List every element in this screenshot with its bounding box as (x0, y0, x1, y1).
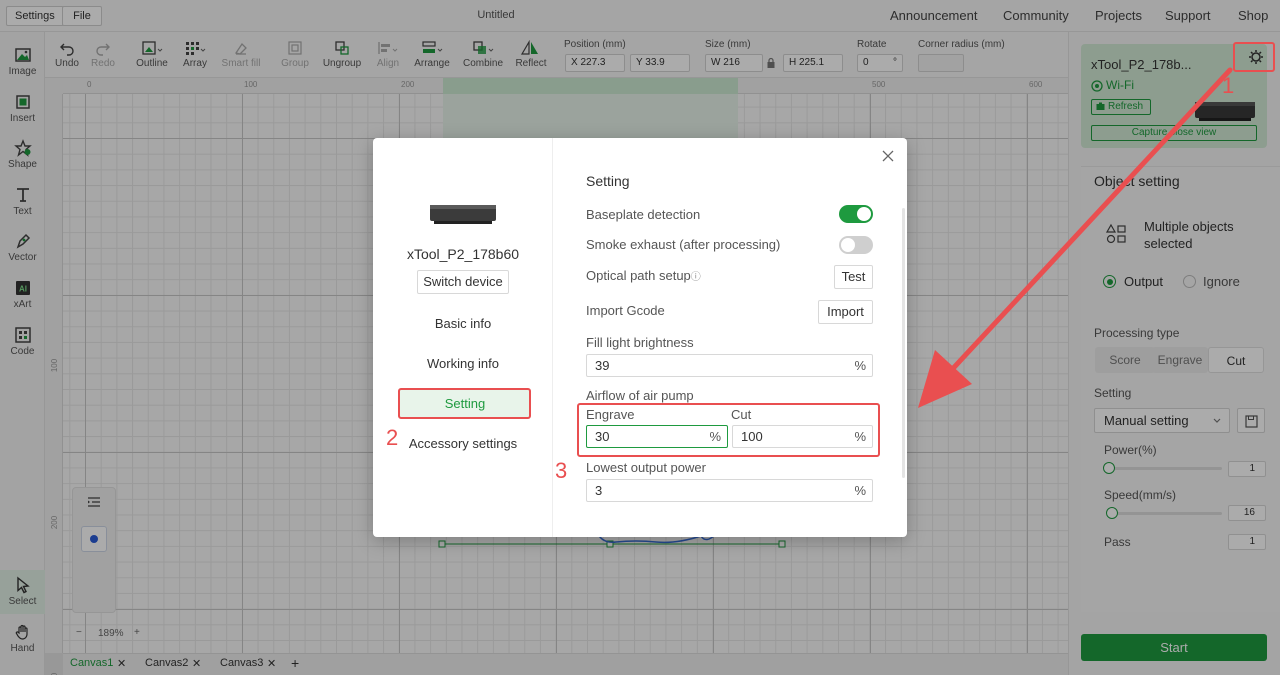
baseplate-detection-label: Baseplate detection (586, 207, 701, 222)
fill-light-value: 39 (595, 358, 610, 373)
modal-device-name: xTool_P2_178b60 (406, 246, 520, 262)
annotation-step-2: 2 (386, 425, 399, 450)
percent-unit: % (854, 358, 866, 373)
optical-path-label: Optical path setupⓘ (586, 268, 701, 283)
optical-test-button[interactable]: Test (834, 265, 873, 289)
percent-unit: % (854, 483, 866, 498)
toggle-knob (857, 207, 871, 221)
info-icon: ⓘ (690, 272, 701, 283)
close-icon[interactable] (882, 150, 894, 162)
lowest-output-power-value: 3 (595, 483, 603, 498)
modal-sidebar: xTool_P2_178b60 Switch device Basic info… (373, 138, 553, 537)
fill-light-label: Fill light brightness (586, 335, 694, 350)
laser-machine-icon (430, 205, 496, 224)
baseplate-detection-toggle[interactable] (839, 205, 873, 223)
annotation-step-3: 3 (555, 458, 568, 483)
import-gcode-label: Import Gcode (586, 303, 665, 318)
device-settings-modal: xTool_P2_178b60 Switch device Basic info… (373, 138, 907, 537)
annotation-arrow (918, 67, 1233, 408)
switch-device-button[interactable]: Switch device (417, 270, 509, 294)
annotation-box-airflow (577, 403, 880, 457)
nav-accessory-settings[interactable]: Accessory settings (373, 436, 553, 451)
lowest-output-power-input[interactable]: 3 % (586, 479, 873, 502)
smoke-exhaust-label: Smoke exhaust (after processing) (586, 237, 781, 252)
toggle-knob (841, 238, 855, 252)
airflow-label: Airflow of air pump (586, 388, 694, 403)
modal-title: Setting (586, 173, 630, 189)
optical-path-text: Optical path setup (586, 268, 691, 283)
nav-working-info[interactable]: Working info (373, 356, 553, 371)
import-gcode-button[interactable]: Import (818, 300, 873, 324)
annotation-box-setting (398, 388, 531, 419)
lowest-output-power-label: Lowest output power (586, 460, 706, 475)
fill-light-input[interactable]: 39 % (586, 354, 873, 377)
smoke-exhaust-toggle[interactable] (839, 236, 873, 254)
nav-basic-info[interactable]: Basic info (373, 316, 553, 331)
